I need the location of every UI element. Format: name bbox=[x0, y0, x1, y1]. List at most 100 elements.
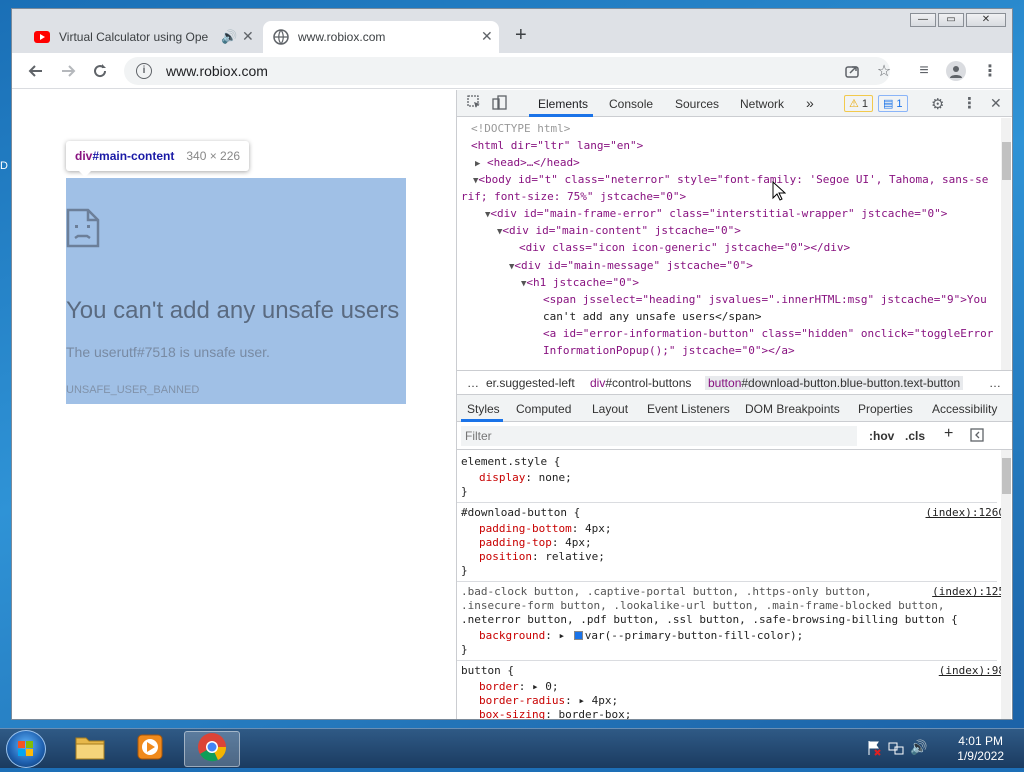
tab-elements[interactable]: Elements bbox=[538, 97, 588, 111]
tab-console[interactable]: Console bbox=[609, 97, 653, 111]
css-declaration[interactable]: display: none; bbox=[479, 471, 572, 485]
subtab-event-listeners[interactable]: Event Listeners bbox=[647, 402, 730, 416]
hover-state-toggle[interactable]: :hov bbox=[869, 429, 894, 443]
rule-divider bbox=[457, 581, 997, 582]
share-icon[interactable] bbox=[842, 61, 862, 81]
css-declaration[interactable]: padding-top: 4px; bbox=[479, 536, 592, 550]
rule-source-link[interactable]: (index):125 bbox=[932, 585, 1005, 599]
info-icon[interactable]: i bbox=[136, 63, 152, 79]
rule-source-link[interactable]: (index):1260 bbox=[926, 506, 1005, 520]
error-message: The userutf#7518 is unsafe user. bbox=[66, 344, 270, 360]
close-tab-icon[interactable]: ✕ bbox=[242, 28, 254, 45]
icon-generic-node[interactable]: <div class="icon icon-generic" jstcache=… bbox=[519, 241, 850, 255]
rule-divider bbox=[457, 502, 997, 503]
styles-filter-bar: :hov .cls + bbox=[457, 422, 1012, 450]
breadcrumb-item[interactable]: er.suggested-left bbox=[486, 376, 575, 390]
rule-selector[interactable]: button { bbox=[461, 664, 514, 678]
styles-scrollbar[interactable] bbox=[1001, 450, 1011, 719]
more-tabs-icon[interactable]: » bbox=[806, 95, 814, 111]
tab-title: www.robiox.com bbox=[298, 30, 386, 44]
new-rule-plus-icon[interactable]: + bbox=[944, 425, 953, 443]
styles-scroll-thumb[interactable] bbox=[1002, 458, 1011, 494]
bookmark-star-icon[interactable]: ☆ bbox=[874, 61, 894, 81]
messages-badge[interactable]: ▤ 1 bbox=[878, 95, 908, 112]
main-frame-error-node[interactable]: ▼<div id="main-frame-error" class="inter… bbox=[485, 207, 947, 222]
menu-kebab-icon[interactable]: ⋮ bbox=[980, 61, 1000, 81]
doctype-line[interactable]: <!DOCTYPE html> bbox=[471, 122, 570, 136]
class-toggle[interactable]: .cls bbox=[905, 429, 925, 443]
device-toolbar-icon[interactable] bbox=[492, 95, 507, 113]
error-info-button-node[interactable]: <a id="error-information-button" class="… bbox=[543, 327, 993, 341]
rule-selector[interactable]: #download-button { bbox=[461, 506, 580, 520]
breadcrumb-item[interactable]: div#control-buttons bbox=[590, 376, 691, 390]
rule-selector[interactable]: .bad-clock button, .captive-portal butto… bbox=[461, 585, 872, 599]
breadcrumb-item-selected[interactable]: button#download-button.blue-button.text-… bbox=[705, 376, 964, 390]
css-declaration[interactable]: padding-bottom: 4px; bbox=[479, 522, 611, 536]
css-declaration[interactable]: background: ▸ var(--primary-button-fill-… bbox=[479, 629, 803, 643]
breadcrumb-more-end[interactable]: … bbox=[989, 376, 1001, 390]
body-node[interactable]: ▼<body id="t" class="neterror" style="fo… bbox=[473, 173, 988, 188]
tab-robiox[interactable]: www.robiox.com ✕ bbox=[263, 21, 499, 53]
browser-toolbar: i www.robiox.com ☆ ≡ ⋮ bbox=[12, 53, 1012, 89]
network-icon[interactable] bbox=[888, 740, 904, 759]
start-button[interactable] bbox=[6, 730, 46, 768]
subtab-dom-breakpoints[interactable]: DOM Breakpoints bbox=[745, 402, 840, 416]
main-content-node[interactable]: ▼<div id="main-content" jstcache="0"> bbox=[497, 224, 741, 239]
css-declaration[interactable]: position: relative; bbox=[479, 550, 605, 564]
back-arrow-icon[interactable] bbox=[26, 61, 46, 81]
reading-list-icon[interactable]: ≡ bbox=[914, 61, 934, 81]
warnings-badge[interactable]: ⚠ 1 bbox=[844, 95, 873, 112]
minimize-button[interactable]: — bbox=[910, 13, 936, 27]
css-declaration[interactable]: border-radius: ▸ 4px; bbox=[479, 694, 618, 708]
head-node[interactable]: ▶ <head>…</head> bbox=[475, 156, 580, 171]
tab-network[interactable]: Network bbox=[740, 97, 784, 111]
reload-icon[interactable] bbox=[90, 61, 110, 81]
subtab-properties[interactable]: Properties bbox=[858, 402, 913, 416]
taskbar-explorer[interactable] bbox=[62, 731, 118, 767]
message-icon: ▤ bbox=[883, 98, 894, 110]
volume-icon[interactable]: 🔊 bbox=[910, 739, 927, 756]
main-message-node[interactable]: ▼<div id="main-message" jstcache="0"> bbox=[509, 259, 753, 274]
subtab-accessibility[interactable]: Accessibility bbox=[932, 402, 997, 416]
close-devtools-icon[interactable]: ✕ bbox=[990, 95, 1002, 112]
speaker-icon[interactable]: 🔊 bbox=[221, 29, 237, 45]
taskbar-media-player[interactable] bbox=[122, 731, 178, 767]
rule-source-link[interactable]: (index):98 bbox=[939, 664, 1005, 678]
address-bar[interactable]: i www.robiox.com bbox=[124, 57, 890, 85]
styles-filter-input[interactable] bbox=[461, 426, 857, 446]
inspect-element-icon[interactable] bbox=[467, 95, 482, 113]
color-swatch-icon[interactable] bbox=[573, 631, 583, 640]
devtools-tab-bar: Elements Console Sources Network » ⚠ 1 ▤ 1… bbox=[457, 90, 1012, 117]
elements-scrollbar[interactable] bbox=[1001, 118, 1011, 370]
html-node[interactable]: <html dir="ltr" lang="en"> bbox=[471, 139, 643, 153]
new-tab-button[interactable]: + bbox=[515, 25, 527, 45]
h1-node[interactable]: ▼<h1 jstcache="0"> bbox=[521, 276, 639, 291]
close-window-button[interactable]: ✕ bbox=[966, 13, 1006, 27]
forward-arrow-icon[interactable] bbox=[58, 61, 78, 81]
sad-page-icon bbox=[66, 208, 100, 253]
taskbar-chrome[interactable] bbox=[184, 731, 240, 767]
css-declaration[interactable]: border: ▸ 0; bbox=[479, 680, 559, 694]
rule-close: } bbox=[461, 485, 468, 498]
tab-virtual-calculator[interactable]: Virtual Calculator using Ope 🔊 ✕ bbox=[24, 21, 262, 53]
elements-scroll-thumb[interactable] bbox=[1002, 142, 1011, 180]
toggle-sidebar-icon[interactable] bbox=[970, 428, 984, 445]
chrome-icon bbox=[197, 732, 227, 767]
devtools-menu-icon[interactable]: ⋮ bbox=[962, 94, 977, 112]
breadcrumb-more[interactable]: … bbox=[467, 376, 479, 390]
profile-avatar-icon[interactable] bbox=[946, 61, 966, 81]
action-center-flag-icon[interactable] bbox=[866, 740, 882, 759]
css-declaration[interactable]: box-sizing: border-box; bbox=[479, 708, 631, 719]
span-heading-node[interactable]: <span jsselect="heading" jsvalues=".inne… bbox=[543, 293, 987, 307]
settings-gear-icon[interactable]: ⚙ bbox=[931, 95, 944, 113]
close-tab-icon[interactable]: ✕ bbox=[481, 28, 493, 45]
rule-selector-cont: .insecure-form button, .lookalike-url bu… bbox=[461, 599, 945, 612]
tab-sources[interactable]: Sources bbox=[675, 97, 719, 111]
rule-selector[interactable]: element.style { bbox=[461, 455, 560, 469]
error-code: UNSAFE_USER_BANNED bbox=[66, 384, 200, 396]
subtab-layout[interactable]: Layout bbox=[592, 402, 628, 416]
taskbar-clock[interactable]: 4:01 PM 1/9/2022 bbox=[957, 734, 1004, 764]
subtab-computed[interactable]: Computed bbox=[516, 402, 571, 416]
subtab-styles[interactable]: Styles bbox=[467, 402, 500, 416]
maximize-button[interactable]: ▭ bbox=[938, 13, 964, 27]
